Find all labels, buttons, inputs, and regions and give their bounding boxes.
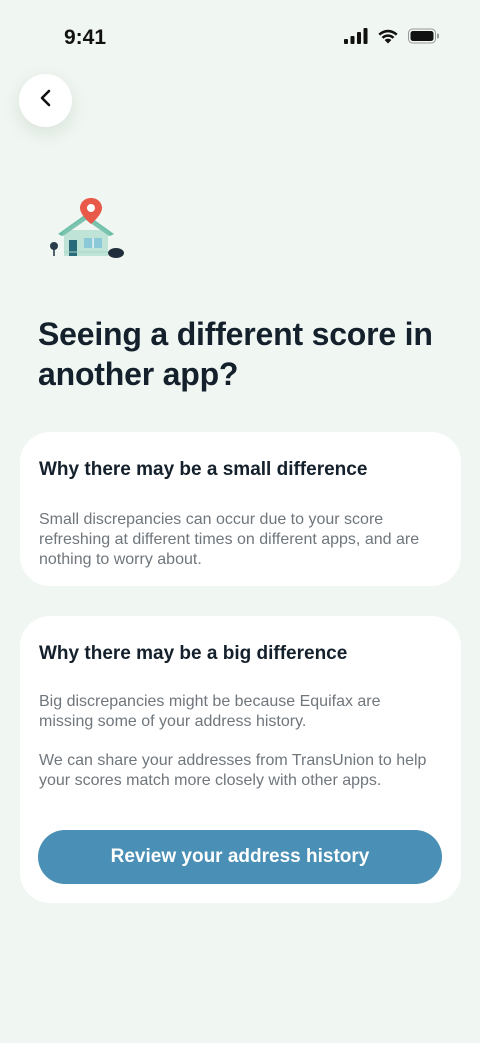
big-difference-title: Why there may be a big difference (39, 643, 348, 664)
battery-icon (408, 28, 440, 49)
big-difference-text-2: We can share your addresses from TransUn… (39, 752, 427, 789)
big-difference-text-1: Big discrepancies might be because Equif… (39, 693, 381, 730)
cellular-signal-icon (344, 28, 368, 49)
status-time: 9:41 (64, 26, 107, 49)
review-address-history-button[interactable]: Review your address history (38, 830, 442, 884)
small-difference-text: Small discrepancies can occur due to you… (39, 511, 420, 568)
big-difference-card: Why there may be a big difference Big di… (20, 616, 461, 903)
status-bar: 9:41 (0, 0, 480, 78)
house-location-pin-icon (46, 196, 126, 260)
page-title: Seeing a different score in another app? (38, 316, 433, 392)
chevron-left-icon (38, 89, 54, 112)
back-button[interactable] (19, 74, 72, 127)
small-difference-title: Why there may be a small difference (39, 459, 368, 480)
wifi-icon (377, 28, 399, 49)
small-difference-card: Why there may be a small difference Smal… (20, 432, 461, 586)
status-icons (344, 28, 440, 49)
